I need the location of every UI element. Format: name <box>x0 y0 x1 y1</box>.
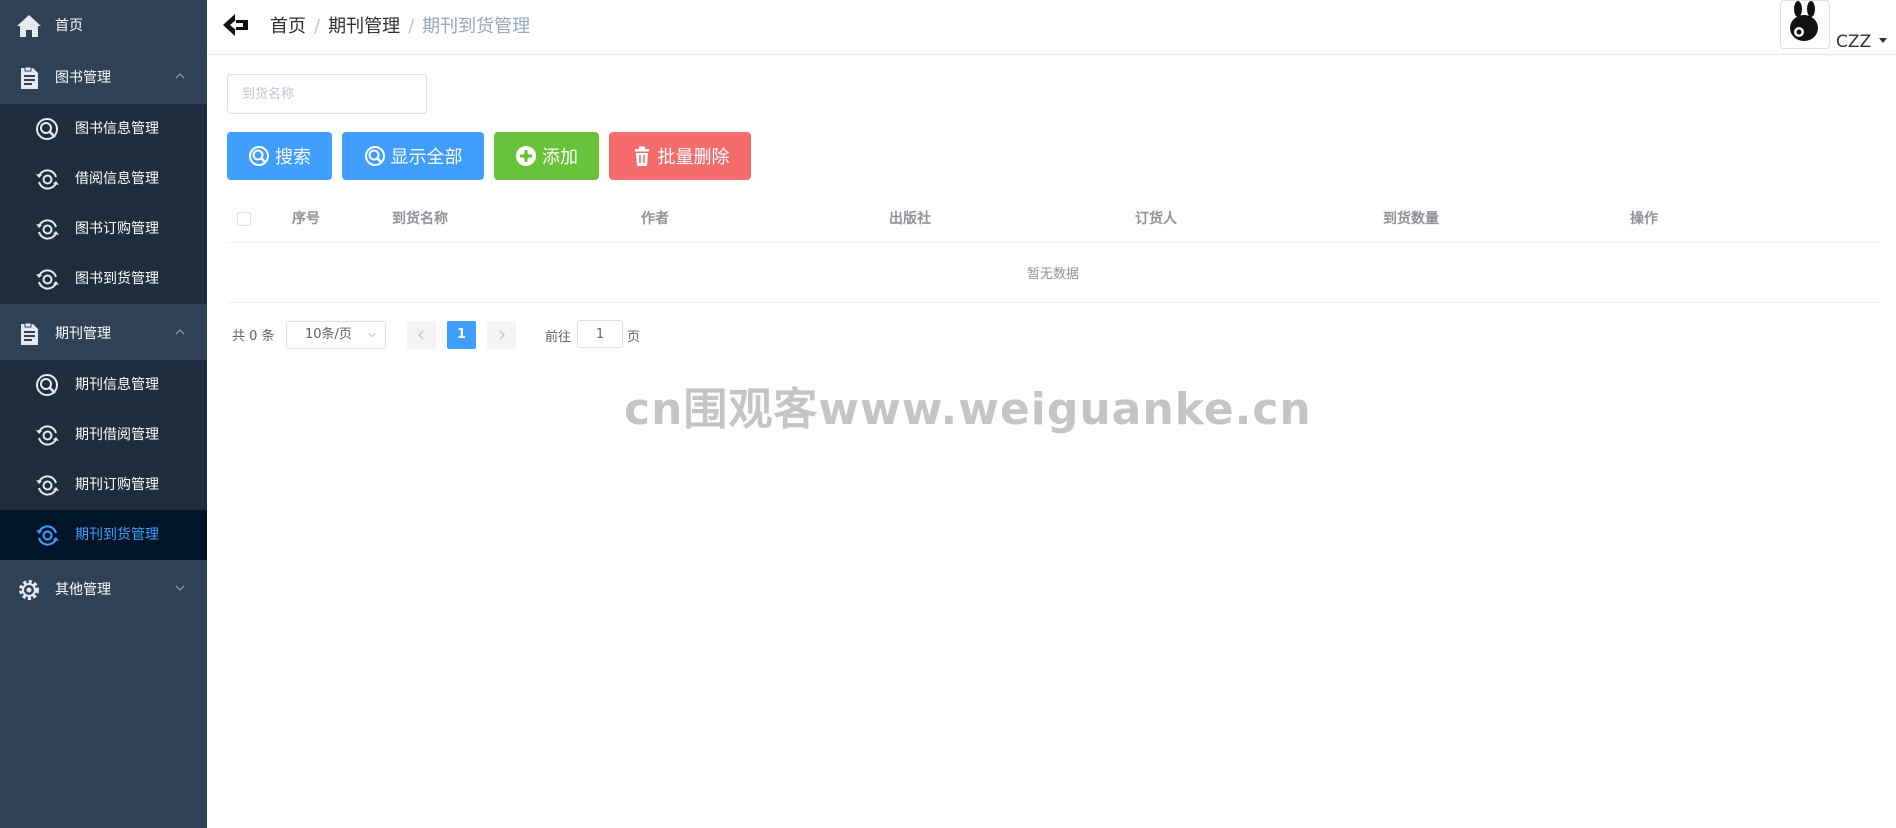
breadcrumb-current: 期刊到货管理 <box>422 16 531 37</box>
sidebar-item-home[interactable]: 首页 <box>0 0 207 52</box>
table-header: 序号 到货名称 作者 出版社 订货人 到货数量 操作 <box>227 194 1879 243</box>
batch-delete-button[interactable]: 批量删除 <box>609 132 751 180</box>
document-icon <box>21 66 38 89</box>
show-all-button-label: 显示全部 <box>390 147 463 168</box>
breadcrumb-separator: / <box>408 16 415 37</box>
sidebar-group-other[interactable]: 其他管理 <box>0 564 207 616</box>
search-button-label: 搜索 <box>275 147 311 168</box>
sync-circle-icon <box>36 425 59 446</box>
breadcrumb: 首页 / 期刊管理 / 期刊到货管理 <box>270 15 530 39</box>
search-icon <box>249 146 269 166</box>
sidebar-item-journal-order[interactable]: 期刊订购管理 <box>0 460 207 510</box>
page-size-select[interactable]: 10条/页 <box>286 321 386 349</box>
search-button[interactable]: 搜索 <box>227 132 332 180</box>
sidebar-item-label: 借阅信息管理 <box>75 171 159 187</box>
show-all-button[interactable]: 显示全部 <box>342 132 484 180</box>
chevron-up-icon <box>175 329 185 335</box>
sidebar-group-label: 其他管理 <box>55 582 111 598</box>
prev-page-button[interactable] <box>407 321 436 349</box>
breadcrumb-separator: / <box>314 16 321 37</box>
sidebar-item-book-arrival[interactable]: 图书到货管理 <box>0 254 207 304</box>
add-button[interactable]: 添加 <box>494 132 599 180</box>
watermark-text: cn围观客www.weiguanke.cn <box>624 384 1312 435</box>
search-circle-icon <box>36 118 58 140</box>
sidebar-item-journal-borrow[interactable]: 期刊借阅管理 <box>0 410 207 460</box>
sidebar-item-label: 期刊到货管理 <box>75 527 159 543</box>
column-header: 序号 <box>292 211 320 227</box>
chevron-up-icon <box>175 73 185 79</box>
page-number-current[interactable]: 1 <box>447 321 476 349</box>
sidebar: 首页 图书管理 图书信息管理 借阅信息管理 图书订购管理 图书到货管理 期刊管理… <box>0 0 207 828</box>
sync-circle-icon <box>36 169 59 190</box>
search-icon <box>364 146 385 166</box>
sidebar-group-journals[interactable]: 期刊管理 <box>0 308 207 360</box>
sync-circle-icon <box>36 475 59 496</box>
search-input[interactable] <box>227 74 427 114</box>
sync-circle-icon <box>36 219 59 240</box>
submenu-journals: 期刊信息管理 期刊借阅管理 期刊订购管理 期刊到货管理 <box>0 360 207 560</box>
sidebar-item-book-order[interactable]: 图书订购管理 <box>0 204 207 254</box>
trash-icon <box>634 146 649 166</box>
rabbit-avatar-icon <box>1790 1 1818 41</box>
sidebar-group-label: 期刊管理 <box>55 326 111 342</box>
column-header: 操作 <box>1630 211 1658 227</box>
breadcrumb-journals[interactable]: 期刊管理 <box>328 16 400 37</box>
goto-suffix: 页 <box>627 330 641 345</box>
chevron-down-icon <box>368 333 376 338</box>
sidebar-item-label: 图书到货管理 <box>75 271 159 287</box>
batch-delete-button-label: 批量删除 <box>657 147 730 168</box>
sidebar-group-label: 图书管理 <box>55 70 111 86</box>
sidebar-item-journal-arrival[interactable]: 期刊到货管理 <box>0 510 207 560</box>
sidebar-item-label: 图书信息管理 <box>75 121 159 137</box>
sync-circle-icon <box>36 269 59 290</box>
sidebar-item-label: 图书订购管理 <box>75 221 159 237</box>
empty-text: 暂无数据 <box>1026 267 1079 282</box>
table-empty-row: 暂无数据 <box>227 243 1879 303</box>
sidebar-item-label: 期刊订购管理 <box>75 477 159 493</box>
back-arrow-icon[interactable] <box>221 10 251 40</box>
column-header: 出版社 <box>889 211 931 227</box>
sidebar-item-label: 期刊借阅管理 <box>75 427 159 443</box>
sidebar-item-label: 期刊信息管理 <box>75 377 159 393</box>
sync-circle-icon <box>36 525 59 546</box>
page-size-value: 10条/页 <box>305 327 352 342</box>
add-button-label: 添加 <box>542 147 578 168</box>
goto-label: 前往 <box>545 330 572 345</box>
sidebar-group-books[interactable]: 图书管理 <box>0 52 207 104</box>
column-header: 订货人 <box>1135 211 1177 227</box>
top-header: 首页 / 期刊管理 / 期刊到货管理 CZZ <box>207 0 1896 55</box>
home-icon <box>17 15 41 37</box>
sidebar-item-journal-info[interactable]: 期刊信息管理 <box>0 360 207 410</box>
app-root: 首页 图书管理 图书信息管理 借阅信息管理 图书订购管理 图书到货管理 期刊管理… <box>0 0 1896 828</box>
total-count: 共 0 条 <box>232 329 275 344</box>
column-header: 到货数量 <box>1383 211 1439 227</box>
caret-down-icon[interactable] <box>1879 38 1887 43</box>
sidebar-item-book-borrow[interactable]: 借阅信息管理 <box>0 154 207 204</box>
username[interactable]: CZZ <box>1836 32 1871 52</box>
sidebar-item-book-info[interactable]: 图书信息管理 <box>0 104 207 154</box>
arrival-table: 序号 到货名称 作者 出版社 订货人 到货数量 操作 暂无数据 <box>227 194 1879 303</box>
avatar[interactable] <box>1780 0 1830 49</box>
chevron-down-icon <box>175 585 185 591</box>
select-all-checkbox[interactable] <box>237 212 251 226</box>
column-header: 作者 <box>641 211 669 227</box>
chevron-left-icon <box>418 330 424 340</box>
column-header: 到货名称 <box>392 211 448 227</box>
search-circle-icon <box>36 374 58 396</box>
sidebar-item-label: 首页 <box>55 18 83 34</box>
gear-icon <box>19 580 39 600</box>
chevron-right-icon <box>499 330 505 340</box>
goto-page-input[interactable] <box>577 320 623 348</box>
document-icon <box>21 322 38 345</box>
add-circle-icon <box>516 146 536 166</box>
breadcrumb-home[interactable]: 首页 <box>270 16 306 37</box>
submenu-books: 图书信息管理 借阅信息管理 图书订购管理 图书到货管理 <box>0 104 207 304</box>
next-page-button[interactable] <box>487 321 516 349</box>
